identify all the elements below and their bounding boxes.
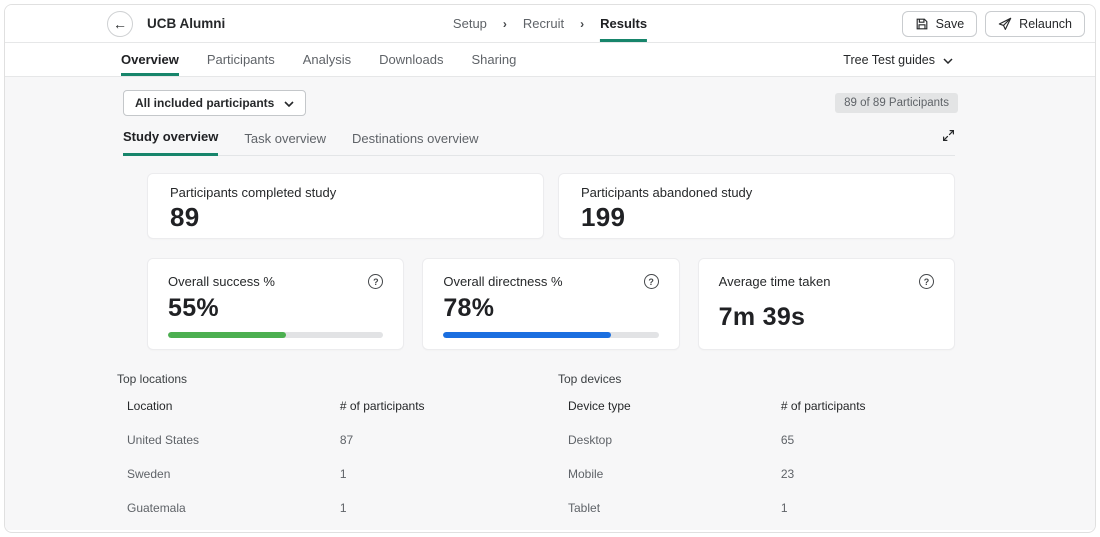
completed-study-card: Participants completed study 89 <box>147 173 544 239</box>
main-tab-bar: Overview Participants Analysis Downloads… <box>5 43 1095 77</box>
participants-count-badge: 89 of 89 Participants <box>835 93 958 113</box>
tab-analysis[interactable]: Analysis <box>303 43 351 76</box>
results-content: All included participants 89 of 89 Parti… <box>5 77 1095 530</box>
tree-test-guides-dropdown[interactable]: Tree Test guides <box>843 43 953 76</box>
top-devices-table: Top devices Device type # of participant… <box>558 372 955 525</box>
chevron-right-icon: › <box>502 16 507 31</box>
directness-progress-fill <box>443 332 612 338</box>
success-progress-track <box>168 332 384 338</box>
overall-directness-card: Overall directness % ? 78% <box>422 258 680 350</box>
participants-cell: 65 <box>780 433 795 447</box>
device-cell: Desktop <box>568 433 613 447</box>
abandoned-study-card: Participants abandoned study 199 <box>558 173 955 239</box>
table-row: Tablet 1 <box>558 491 955 525</box>
tab-downloads[interactable]: Downloads <box>379 43 443 76</box>
tree-test-guides-label: Tree Test guides <box>843 52 935 67</box>
column-header-location: Location <box>127 399 173 413</box>
breadcrumb: Setup › Recruit › Results <box>453 5 648 42</box>
participants-filter-label: All included participants <box>135 96 275 110</box>
summary-cards-row: Participants completed study 89 Particip… <box>147 173 955 239</box>
directness-progress-track <box>443 332 659 338</box>
save-button-label: Save <box>935 16 965 31</box>
arrow-left-icon: ← <box>113 15 127 32</box>
subtab-study-overview[interactable]: Study overview <box>123 129 219 156</box>
chevron-right-icon: › <box>580 16 585 31</box>
table-row: Mobile 23 <box>558 457 955 491</box>
column-header-device-type: Device type <box>568 399 631 413</box>
average-time-label: Average time taken <box>718 274 831 289</box>
chevron-down-icon <box>284 96 294 110</box>
average-time-value: 7m 39s <box>718 303 806 331</box>
expand-icon[interactable] <box>942 129 955 155</box>
devices-header-row: Device type # of participants <box>558 389 955 423</box>
info-icon[interactable]: ? <box>919 274 934 289</box>
subtab-task-overview[interactable]: Task overview <box>244 131 326 155</box>
paper-plane-icon <box>998 17 1012 31</box>
completed-study-value: 89 <box>170 202 200 232</box>
table-row: United States 87 <box>117 423 514 457</box>
participants-cell: 1 <box>780 501 788 515</box>
breadcrumb-results[interactable]: Results <box>600 5 648 42</box>
table-row: Desktop 65 <box>558 423 955 457</box>
location-cell: Sweden <box>127 467 171 481</box>
locations-header-row: Location # of participants <box>117 389 514 423</box>
overall-directness-value: 78% <box>443 294 495 322</box>
participants-filter-dropdown[interactable]: All included participants <box>123 90 307 116</box>
top-devices-title: Top devices <box>558 372 622 386</box>
table-row: Guatemala 1 <box>117 491 514 525</box>
device-cell: Mobile <box>568 467 604 481</box>
header-bar: ← UCB Alumni Setup › Recruit › Results S… <box>5 5 1095 43</box>
save-button[interactable]: Save <box>901 10 978 37</box>
breadcrumb-setup[interactable]: Setup <box>453 5 487 42</box>
participants-cell: 87 <box>339 433 354 447</box>
metric-cards-row: Overall success % ? 55% Overall directne… <box>147 258 955 350</box>
overall-success-label: Overall success % <box>168 274 275 289</box>
top-locations-table: Top locations Location # of participants… <box>117 372 514 525</box>
tables-row: Top locations Location # of participants… <box>117 372 955 525</box>
study-title: UCB Alumni <box>147 16 226 31</box>
column-header-participants: # of participants <box>339 399 425 413</box>
floppy-disk-icon <box>915 17 929 31</box>
column-header-participants: # of participants <box>780 399 866 413</box>
overall-success-card: Overall success % ? 55% <box>147 258 405 350</box>
overall-success-value: 55% <box>168 294 219 322</box>
top-locations-title: Top locations <box>117 372 188 386</box>
tab-participants[interactable]: Participants <box>207 43 275 76</box>
participants-cell: 1 <box>339 501 347 515</box>
tab-overview[interactable]: Overview <box>121 43 179 76</box>
completed-study-label: Participants completed study <box>170 185 337 200</box>
back-button[interactable]: ← <box>107 10 133 37</box>
abandoned-study-label: Participants abandoned study <box>581 185 753 200</box>
tab-sharing[interactable]: Sharing <box>472 43 517 76</box>
device-cell: Tablet <box>568 501 601 515</box>
relaunch-button-label: Relaunch <box>1019 16 1072 31</box>
participants-cell: 23 <box>780 467 795 481</box>
filter-row: All included participants 89 of 89 Parti… <box>123 90 958 116</box>
info-icon[interactable]: ? <box>368 274 384 289</box>
overall-directness-label: Overall directness % <box>443 274 563 289</box>
success-progress-fill <box>168 332 287 338</box>
subtab-destinations-overview[interactable]: Destinations overview <box>352 131 478 155</box>
chevron-down-icon <box>943 53 953 67</box>
average-time-card: Average time taken ? 7m 39s <box>697 258 955 350</box>
location-cell: United States <box>127 433 200 447</box>
table-row: Sweden 1 <box>117 457 514 491</box>
relaunch-button[interactable]: Relaunch <box>985 10 1085 37</box>
location-cell: Guatemala <box>127 501 186 515</box>
app-window: ← UCB Alumni Setup › Recruit › Results S… <box>4 4 1096 533</box>
breadcrumb-recruit[interactable]: Recruit <box>523 5 564 42</box>
abandoned-study-value: 199 <box>581 202 626 232</box>
header-actions: Save Relaunch <box>901 10 1085 37</box>
info-icon[interactable]: ? <box>643 274 659 289</box>
participants-cell: 1 <box>339 467 347 481</box>
overview-subtabs: Study overview Task overview Destination… <box>123 129 955 156</box>
